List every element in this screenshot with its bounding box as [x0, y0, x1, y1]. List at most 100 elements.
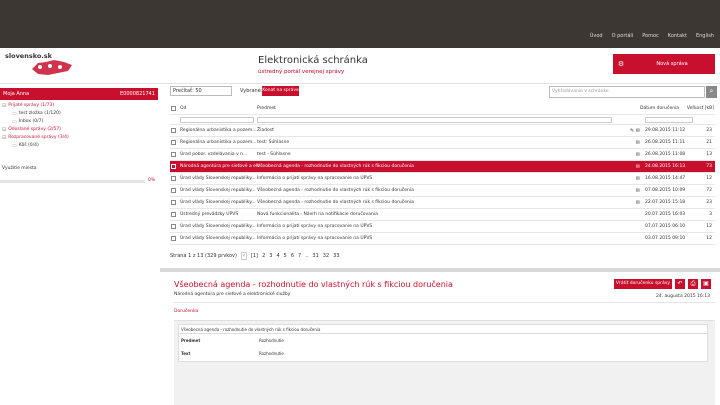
row-subject: Informácia o prijatí správy na spracovan…: [257, 236, 373, 241]
filter-subject[interactable]: [257, 117, 612, 123]
row-checkbox[interactable]: [171, 236, 176, 241]
envelope-icon: [620, 221, 640, 232]
row-from: Úrad pobor. vzdelávania v n...: [180, 152, 248, 157]
row-size: 12: [706, 236, 712, 241]
table-row[interactable]: Úrad vlády Slovenskej republiky... Inform…: [170, 173, 715, 185]
row-checkbox[interactable]: [171, 224, 176, 229]
folder-sent[interactable]: ⊟ Odoslané správy (2/57): [0, 126, 158, 134]
table-row[interactable]: Úrad vlády Slovenskej republiky... Inform…: [170, 233, 715, 245]
nav-contact[interactable]: Kontakt: [668, 33, 687, 39]
select-all-checkbox[interactable]: [171, 106, 176, 111]
pane-splitter[interactable]: [160, 268, 720, 272]
pager-page[interactable]: 32: [323, 253, 329, 259]
table-row[interactable]: Úrad vlády Slovenskej republiky... Inform…: [170, 221, 715, 233]
row-from: Regionálna urbanistika a pozem...: [180, 140, 257, 145]
row-date: 20.07.2015 16:03: [645, 212, 686, 217]
pager-pages: [1] 2 3 4 5 6 7.. 31 32 33: [251, 253, 340, 259]
row-size: 13: [706, 152, 712, 157]
row-size: 73: [706, 164, 712, 169]
pager-page[interactable]: 3: [269, 253, 272, 259]
nav-about[interactable]: O portáli: [612, 33, 634, 39]
row-checkbox[interactable]: [171, 200, 176, 205]
table-row[interactable]: Regionálna urbanistika a pozem... test: S…: [170, 137, 715, 149]
search-input[interactable]: Vyhľadávanie v schránke: [549, 86, 705, 98]
owner-id: E0000821741: [120, 91, 155, 97]
row-from: Úrad vlády Slovenskej republiky...: [180, 224, 256, 229]
row-date: 29.08.2015 11:12: [645, 128, 686, 133]
row-checkbox[interactable]: [171, 128, 176, 133]
row-checkbox[interactable]: [171, 140, 176, 145]
pager-page[interactable]: 5: [284, 253, 287, 259]
col-subject[interactable]: Predmet: [257, 103, 527, 114]
table-row[interactable]: Úrad pobor. vzdelávania v n... test - Súh…: [170, 149, 715, 161]
col-from[interactable]: Od: [180, 103, 260, 114]
message-action-button[interactable]: Konať na správe: [262, 86, 299, 96]
filter-from[interactable]: [180, 117, 254, 123]
row-subject: Všeobecná agenda - rozhodnutie do vlastn…: [257, 188, 414, 193]
pager-page[interactable]: [1]: [251, 253, 258, 259]
envelope-icon: ✉: [635, 139, 640, 146]
detail-title: Všeobecná agenda - rozhodnutie do vlastn…: [174, 280, 453, 289]
top-bar: Úvod O portáli Pomoc Kontakt English: [0, 0, 720, 48]
pager-page[interactable]: 6: [291, 253, 294, 259]
pager-page[interactable]: 7: [298, 253, 301, 259]
page-size-select[interactable]: Prečítať: 50: [170, 86, 232, 96]
envelope-icon: ✉: [635, 163, 640, 170]
table-row[interactable]: Úrad vlády Slovenskej republiky... Všeobe…: [170, 185, 715, 197]
pager-page[interactable]: ..: [305, 253, 308, 259]
detail-row: Text Rozhodnutie: [181, 351, 284, 356]
pager-page[interactable]: 31: [312, 253, 318, 259]
owner-name: Moja Anna: [3, 91, 30, 97]
row-subject: Žiadosť: [257, 128, 274, 133]
row-checkbox[interactable]: [171, 152, 176, 157]
row-date: 07.07.2015 06:10: [645, 224, 686, 229]
row-from: Úrad vlády Slovenskej republiky...: [180, 200, 256, 205]
save-icon[interactable]: ▣: [701, 279, 711, 289]
table-row[interactable]: Úrad vlády Slovenskej republiky... Všeobe…: [170, 197, 715, 209]
pager-prev[interactable]: ‹: [240, 252, 247, 260]
header: slovensko.sk Elektronická schránka ústre…: [0, 48, 720, 84]
row-subject: Informácia o prijatí správy na spracovan…: [257, 224, 373, 229]
envelope-icon: ✉: [635, 151, 640, 158]
selected-label: Vybrané:: [240, 88, 263, 94]
folder-inbox[interactable]: ⊟ Prijaté správy (1/73): [0, 102, 158, 110]
col-size[interactable]: Veľkosť [kB]: [680, 103, 714, 114]
row-checkbox[interactable]: [171, 164, 176, 169]
row-size: 12: [706, 176, 712, 181]
reply-icon[interactable]: ↶: [675, 279, 685, 289]
row-subject: Nová funkcionalita - Návrh na notifikáci…: [257, 212, 378, 217]
table-row[interactable]: Regionálna urbanistika a pozem... Žiadosť…: [170, 125, 715, 137]
row-checkbox[interactable]: [171, 212, 176, 217]
table-row[interactable]: Národná agentúra pre sieťové a ele... Vše…: [170, 161, 715, 173]
nav-home[interactable]: Úvod: [590, 33, 603, 39]
search-icon[interactable]: ⌕: [706, 86, 717, 98]
pager-page[interactable]: 4: [276, 253, 279, 259]
folder-inbox-sub[interactable]: ▭ Inbox (0/7): [0, 118, 158, 126]
nav-help[interactable]: Pomoc: [642, 33, 659, 39]
pager-page[interactable]: 33: [333, 253, 339, 259]
slovakia-map-icon: [32, 60, 72, 75]
folder-test[interactable]: ▭ test zložka (1/120): [0, 110, 158, 118]
row-subject: test - Súhlasne: [257, 152, 291, 157]
row-checkbox[interactable]: [171, 188, 176, 193]
receipt-link[interactable]: Doručenka: [174, 309, 198, 314]
row-size: 12: [706, 224, 712, 229]
return-receipt-button[interactable]: Vrátiť doručenku správy: [614, 279, 672, 289]
nav-english[interactable]: English: [696, 33, 714, 39]
folder-drafts[interactable]: ⊟ Rozpracované správy (3/4): [0, 134, 158, 142]
row-from: Regionálna urbanistika a pozem...: [180, 128, 257, 133]
row-from: Úrad vlády Slovenskej republiky...: [180, 176, 256, 181]
new-message-button[interactable]: ⚙ Nová správa: [613, 54, 715, 74]
minus-icon: ⊟: [2, 127, 7, 133]
folder-trash[interactable]: ▭ Kôš (0/4): [0, 142, 158, 150]
detail-separator: [174, 302, 715, 303]
row-checkbox[interactable]: [171, 176, 176, 181]
table-row[interactable]: Ústredný prevádzky ÚPVS Nová funkcionalit…: [170, 209, 715, 221]
minus-icon: ⊟: [2, 103, 7, 109]
grid-filter-row: [170, 115, 715, 125]
row-subject: Všeobecná agenda - rozhodnutie do vlastn…: [257, 164, 414, 169]
filter-date[interactable]: [645, 117, 693, 123]
envelope-icon: ✉: [635, 199, 640, 206]
pager-page[interactable]: 2: [262, 253, 265, 259]
pdf-icon[interactable]: ⎙: [688, 279, 698, 289]
